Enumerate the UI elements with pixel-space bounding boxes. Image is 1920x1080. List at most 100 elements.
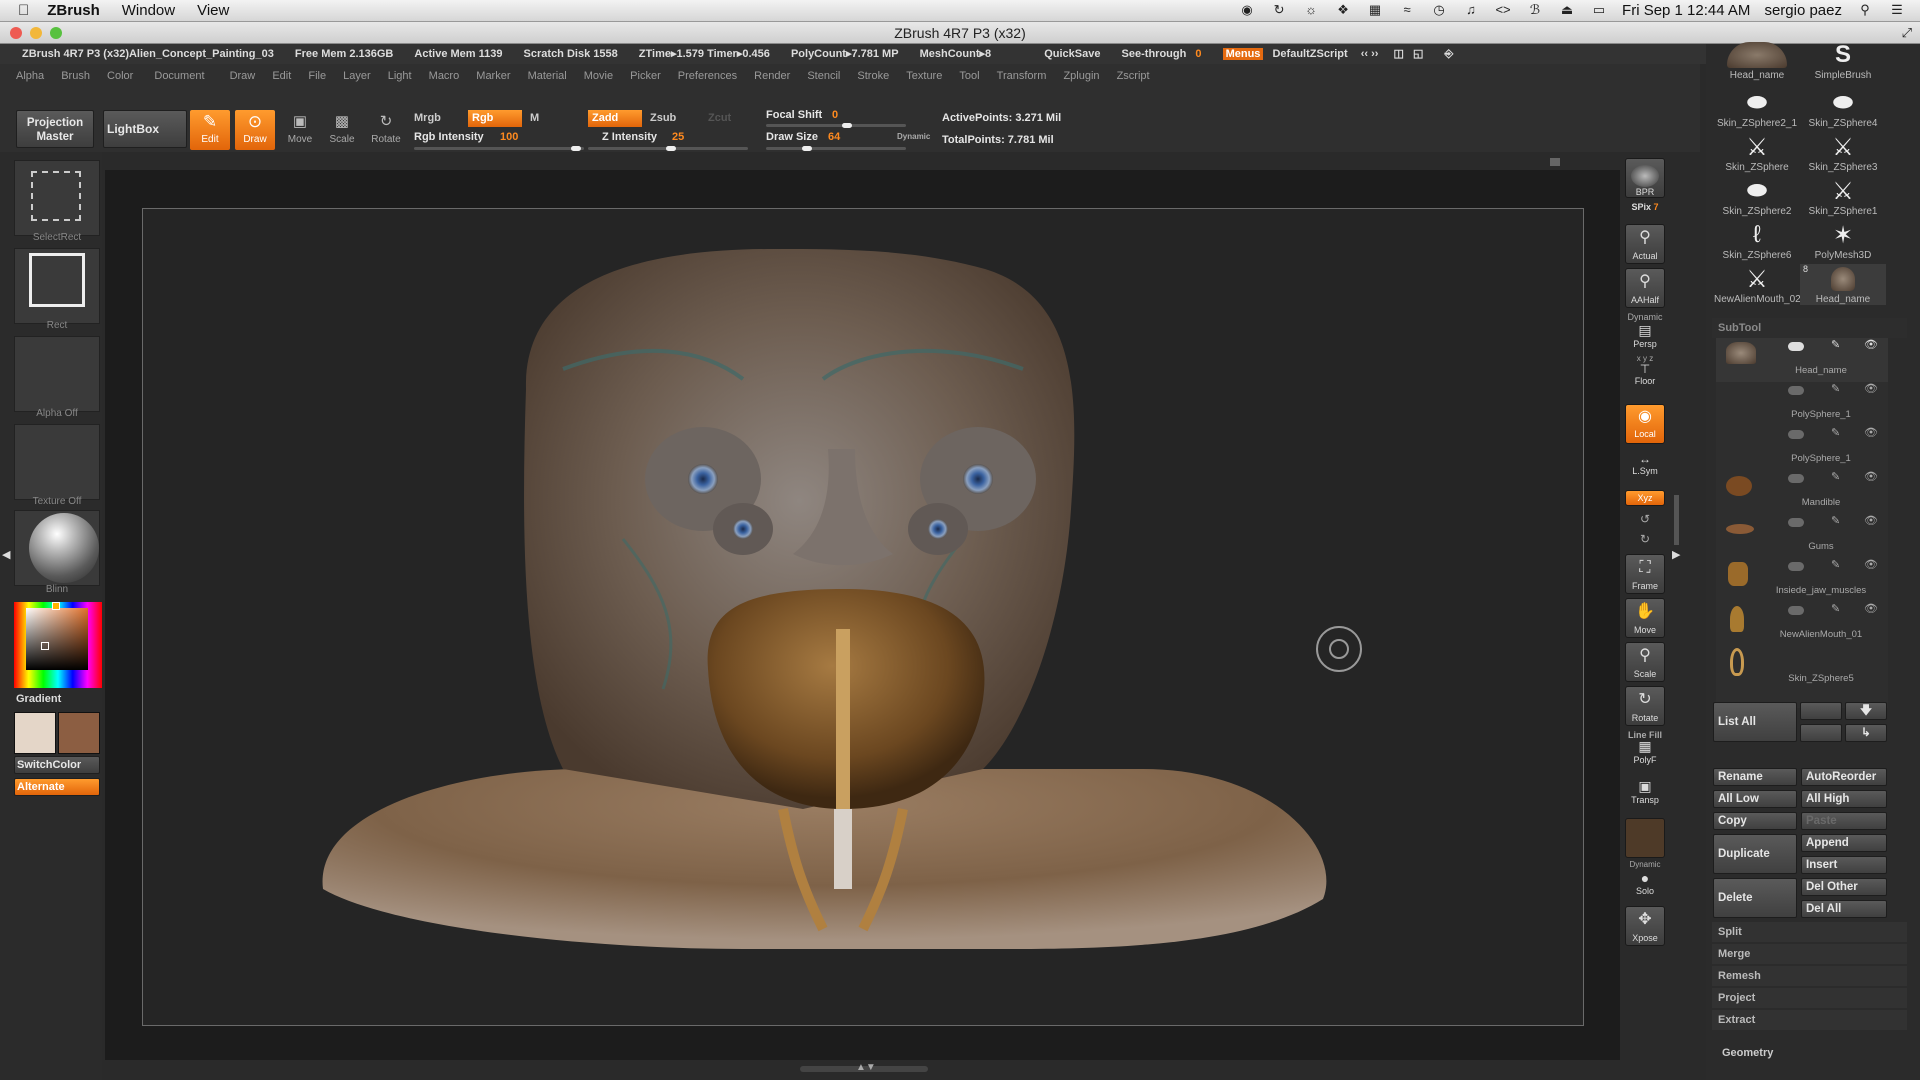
rgb-intensity-knob[interactable] (571, 146, 581, 151)
menu-zscript[interactable]: Zscript (1117, 70, 1150, 82)
autoreorder-button[interactable]: AutoReorder (1801, 768, 1887, 786)
project-section[interactable]: Project (1712, 988, 1907, 1008)
rotate-mode-button[interactable]: ↻ Rotate (366, 110, 406, 150)
delete-button[interactable]: Delete (1713, 878, 1797, 918)
menu-window[interactable]: Window (122, 2, 175, 19)
mrgb-button[interactable]: Mrgb (414, 112, 441, 124)
solo-button[interactable]: ● Solo (1625, 870, 1665, 900)
move-down-button[interactable] (1800, 724, 1842, 742)
scale-view-button[interactable]: ⚲ Scale (1625, 642, 1665, 682)
visibility-toggle-icon[interactable] (1788, 562, 1804, 571)
m-button[interactable]: M (530, 112, 539, 124)
tool-item-skin-zsphere4[interactable]: ⬬ Skin_ZSphere4 (1800, 88, 1886, 129)
zcut-button[interactable]: Zcut (708, 112, 731, 124)
menu-view[interactable]: View (197, 2, 229, 19)
user-name[interactable]: sergio paez (1764, 2, 1842, 19)
spix-label[interactable]: SPix 7 (1620, 202, 1670, 212)
app-menu[interactable]: ZBrush (47, 2, 100, 19)
visibility-toggle-icon[interactable] (1788, 386, 1804, 395)
menu-light[interactable]: Light (388, 70, 412, 82)
subtool-newalienmouth-01[interactable]: ✎ 👁 NewAlienMouth_01 (1716, 602, 1888, 646)
menu-color[interactable]: Color (107, 70, 133, 82)
eye-icon[interactable]: 👁 (1864, 426, 1878, 439)
all-low-button[interactable]: All Low (1713, 790, 1797, 808)
focal-shift-knob[interactable] (842, 123, 852, 128)
subtool-mandible[interactable]: ✎ 👁 Mandible (1716, 470, 1888, 514)
visibility-toggle-icon[interactable] (1788, 430, 1804, 439)
local-button[interactable]: ◉ Local (1625, 404, 1665, 444)
notification-icon[interactable]: ☰ (1888, 2, 1906, 18)
menu-macro[interactable]: Macro (429, 70, 460, 82)
move-up-button[interactable] (1800, 702, 1842, 720)
grid-icon[interactable]: ▦ (1366, 2, 1384, 18)
brush-icon[interactable]: ✎ (1831, 558, 1840, 571)
menu-transform[interactable]: Transform (997, 70, 1047, 82)
bpr-button[interactable]: BPR (1625, 158, 1665, 198)
brush-icon[interactable]: ✎ (1831, 602, 1840, 615)
left-tray-arrow-icon[interactable]: ◀ (2, 548, 10, 566)
insert-button[interactable]: Insert (1801, 856, 1887, 874)
edit-button[interactable]: ✎ Edit (190, 110, 230, 150)
polyf-button[interactable]: ▦ PolyF (1625, 738, 1665, 768)
tool-item-skin-zsphere1[interactable]: ⚔ Skin_ZSphere1 (1800, 176, 1886, 218)
alpha-button[interactable] (14, 336, 100, 412)
projection-master-button[interactable]: Projection Master (16, 110, 94, 148)
tool-item-skin-zsphere[interactable]: ⚔ Skin_ZSphere (1714, 132, 1800, 174)
code-icon[interactable]: <> (1494, 2, 1512, 18)
eye-icon[interactable]: 👁 (1864, 558, 1878, 571)
del-other-button[interactable]: Del Other (1801, 878, 1887, 896)
zadd-button[interactable]: Zadd (588, 110, 642, 127)
eye-icon[interactable]: 👁 (1864, 470, 1878, 483)
paste-button[interactable]: Paste (1801, 812, 1887, 830)
menu-document[interactable]: Document (154, 70, 204, 82)
subtool-inside-jaw-muscles[interactable]: ✎ 👁 Insiede_jaw_muscles (1716, 558, 1888, 602)
layout-icon[interactable]: ◫ (1394, 48, 1404, 60)
rotate-y-icon[interactable]: ↺ (1620, 512, 1670, 526)
rgb-intensity-slider[interactable] (414, 146, 584, 151)
menu-zplugin[interactable]: Zplugin (1063, 70, 1099, 82)
ghost-button[interactable] (1625, 818, 1665, 858)
brush-icon[interactable]: ✎ (1831, 514, 1840, 527)
subtool-head-name[interactable]: ✎ 👁 Head_name (1716, 338, 1888, 382)
brush-icon[interactable]: ✎ (1831, 338, 1840, 351)
copy-button[interactable]: Copy (1713, 812, 1797, 830)
tool-item-skin-zsphere6[interactable]: ℓ Skin_ZSphere6 (1714, 220, 1800, 261)
menu-material[interactable]: Material (528, 70, 567, 82)
menu-movie[interactable]: Movie (584, 70, 613, 82)
subtool-gums[interactable]: ✎ 👁 Gums (1716, 514, 1888, 558)
subtool-polysphere-1b[interactable]: ✎ 👁 PolySphere_1 (1716, 426, 1888, 470)
arrow-down-icon[interactable]: 🡇 (1845, 702, 1887, 720)
volume-icon[interactable]: ♫ (1462, 2, 1480, 18)
default-zscript-button[interactable]: DefaultZScript (1272, 48, 1347, 60)
focal-shift-label[interactable]: Focal Shift (766, 109, 822, 121)
tool-item-simplebrush[interactable]: S SimpleBrush (1800, 40, 1886, 81)
secondary-color-swatch[interactable] (58, 712, 100, 754)
rect-button[interactable] (14, 248, 100, 324)
xyz-button[interactable]: Xyz (1625, 490, 1665, 506)
select-rect-button[interactable] (14, 160, 100, 236)
zsub-button[interactable]: Zsub (650, 112, 676, 124)
right-tray-arrow-icon[interactable]: ▶ (1672, 548, 1680, 561)
remesh-section[interactable]: Remesh (1712, 966, 1907, 986)
eye-icon[interactable]: 👁 (1864, 382, 1878, 395)
eject-icon[interactable]: ⏏ (1558, 2, 1576, 18)
minimize-icon[interactable] (30, 27, 42, 39)
quicksave-button[interactable]: QuickSave (1044, 48, 1100, 60)
dynamic-button[interactable]: Dynamic (897, 132, 930, 141)
draw-size-slider[interactable] (766, 146, 906, 151)
extract-section[interactable]: Extract (1712, 1010, 1907, 1030)
menu-tool[interactable]: Tool (959, 70, 979, 82)
spotlight-icon[interactable]: ⚲ (1856, 2, 1874, 18)
eye-icon[interactable]: 👁 (1864, 602, 1878, 615)
all-high-button[interactable]: All High (1801, 790, 1887, 808)
menu-brush[interactable]: Brush (61, 70, 90, 82)
lock-icon[interactable]: ⎆ (1444, 48, 1453, 60)
clock[interactable]: Fri Sep 1 12:44 AM (1622, 2, 1750, 19)
geometry-section[interactable]: Geometry (1712, 1043, 1907, 1063)
menu-marker[interactable]: Marker (476, 70, 510, 82)
zoom-icon[interactable] (50, 27, 62, 39)
primary-color-swatch[interactable] (14, 712, 56, 754)
close-icon[interactable] (10, 27, 22, 39)
nvidia-icon[interactable]: ◉ (1238, 2, 1256, 18)
creative-cloud-icon[interactable]: ☼ (1302, 2, 1320, 18)
